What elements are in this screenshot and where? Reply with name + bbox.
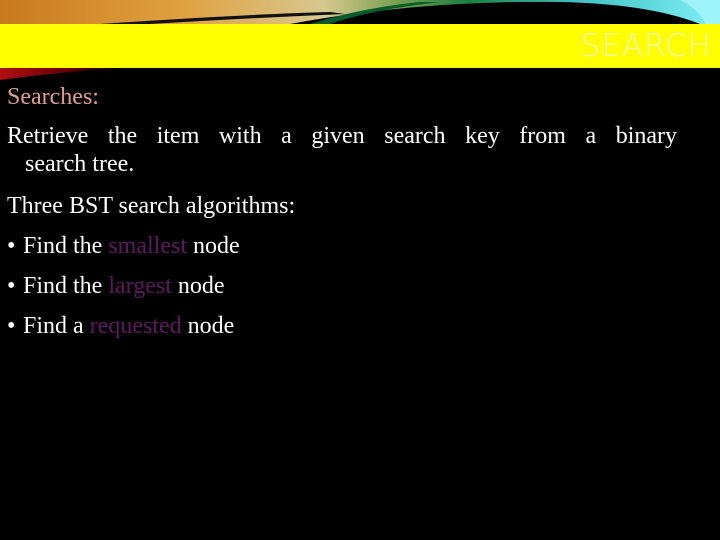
slide-content: Searches: Retrieve the item with a given… — [7, 82, 677, 352]
bullet-highlight: smallest — [108, 233, 187, 259]
algorithms-heading: Three BST search algorithms: — [7, 193, 296, 219]
slide-title: SEARCH — [580, 28, 712, 64]
description-line-2: search tree. — [25, 151, 135, 177]
section-heading: Searches: — [7, 84, 99, 110]
bullet-prefix: Find the — [23, 233, 103, 259]
bullet-suffix: node — [177, 273, 225, 299]
bullet-prefix: Find the — [23, 273, 103, 299]
bullet-icon: • — [7, 233, 16, 259]
bullet-icon: • — [7, 273, 16, 299]
bullet-prefix: Find a — [23, 313, 84, 339]
bullet-suffix: node — [187, 313, 235, 339]
bullet-item: • Find the smallest node — [7, 232, 677, 272]
bullet-item: • Find the largest node — [7, 272, 677, 312]
bullet-item: • Find a requested node — [7, 312, 677, 352]
title-band: SEARCH — [0, 24, 720, 68]
bullet-highlight: largest — [108, 273, 172, 299]
slide: SEARCH Searches: Retrieve the item with … — [0, 0, 720, 540]
bullet-highlight: requested — [89, 313, 182, 339]
bullet-suffix: node — [193, 233, 240, 259]
bullet-icon: • — [7, 313, 16, 339]
description-line-1: Retrieve the item with a given search ke… — [7, 123, 677, 149]
